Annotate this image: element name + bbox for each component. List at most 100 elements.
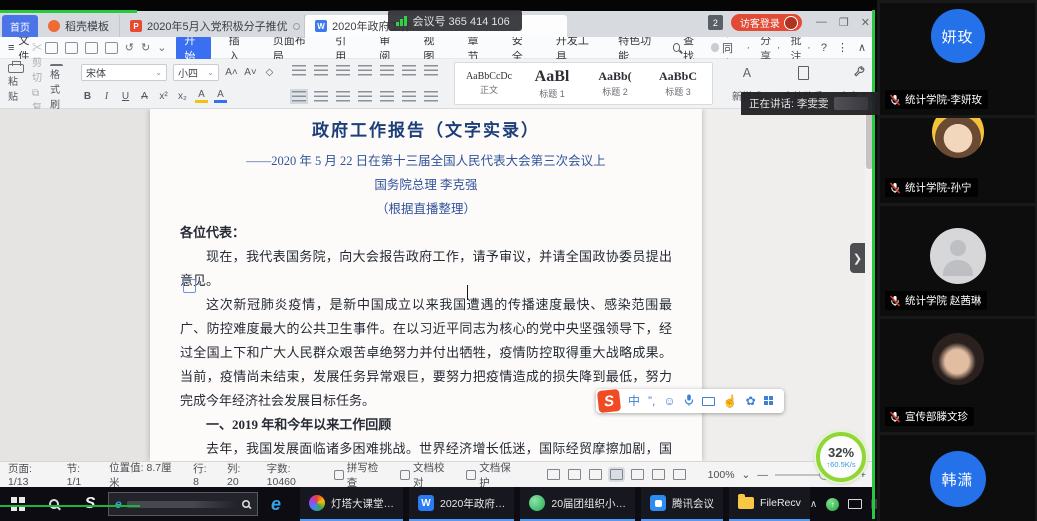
style-heading-1[interactable]: AaBl 标题 1 xyxy=(522,68,582,100)
help-icon[interactable]: ? xyxy=(821,42,827,54)
font-color-button[interactable]: A xyxy=(214,89,227,103)
participant-tile[interactable]: 妍玫 统计学院-李妍玫 xyxy=(880,3,1035,115)
speedup-ball-icon[interactable]: ↑ xyxy=(826,498,839,511)
keyboard-icon[interactable] xyxy=(702,397,715,406)
decrease-indent-icon[interactable] xyxy=(336,65,350,76)
ime-mode-button[interactable]: 中 xyxy=(628,395,640,407)
taskbar-app-tencent-meeting[interactable]: 腾讯会议 xyxy=(641,487,723,521)
sogou-logo-icon[interactable]: S xyxy=(597,389,621,413)
export-icon[interactable] xyxy=(65,42,78,54)
page-view-icon[interactable] xyxy=(610,469,623,480)
taskbar-app-league-doc[interactable]: 20届团组织小… xyxy=(520,487,635,521)
toolbox-grid-icon[interactable] xyxy=(764,396,775,407)
fullscreen-view-icon[interactable] xyxy=(547,469,560,480)
edit-mode-icon[interactable] xyxy=(589,469,602,480)
taskbar-ie-button[interactable]: e xyxy=(258,487,294,521)
mic-icon[interactable] xyxy=(684,394,694,408)
numbered-list-icon[interactable] xyxy=(314,65,328,76)
print-icon[interactable] xyxy=(85,42,98,54)
more-options-icon[interactable]: ⋮ xyxy=(837,41,848,54)
window-count-badge[interactable]: 2 xyxy=(708,15,723,30)
tab-docer-template[interactable]: 稻壳模板 xyxy=(38,15,120,37)
show-marks-icon[interactable] xyxy=(424,65,438,76)
font-name-combo[interactable]: 宋体⌄ xyxy=(81,64,167,81)
doc-protect-toggle[interactable]: 文档保护 xyxy=(466,460,520,490)
doc-proof-toggle[interactable]: 文档校对 xyxy=(400,460,454,490)
minimize-button[interactable]: — xyxy=(816,16,827,29)
guest-login-label: 访客登录 xyxy=(740,15,780,30)
align-justify-icon[interactable] xyxy=(358,91,372,102)
cut-button[interactable]: ✂ 剪切 xyxy=(32,39,42,84)
outline-view-icon[interactable] xyxy=(631,469,644,480)
participant-tile[interactable]: 宣传部滕文珍 xyxy=(880,319,1035,432)
zoom-caret[interactable]: ⌄ xyxy=(742,469,751,481)
taskbar-search-button[interactable] xyxy=(36,487,72,521)
participant-tile[interactable]: 统计学院 赵茜琳 xyxy=(880,206,1035,316)
taskbar-app-s[interactable]: S xyxy=(72,487,108,521)
shading-icon[interactable] xyxy=(402,91,416,102)
tab-ppt-document[interactable]: P 2020年5月入党积极分子推优 xyxy=(120,15,305,37)
tencent-meeting-icon xyxy=(650,495,666,511)
style-normal[interactable]: AaBbCcDc 正文 xyxy=(459,71,519,96)
borders-icon[interactable] xyxy=(424,91,438,102)
bullet-list-icon[interactable] xyxy=(292,65,306,76)
skin-icon[interactable]: ✿ xyxy=(746,395,756,407)
align-left-icon[interactable] xyxy=(292,91,306,102)
clear-format-button[interactable]: ◇ xyxy=(263,67,276,78)
strikethrough-button[interactable]: A xyxy=(138,91,151,102)
subscript-button[interactable]: x₂ xyxy=(176,91,189,102)
expand-panel-button[interactable]: ❯ xyxy=(850,243,865,273)
underline-button[interactable]: U xyxy=(119,91,132,102)
highlight-color-button[interactable]: A xyxy=(195,89,208,103)
zoom-out-button[interactable]: — xyxy=(757,469,768,481)
style-heading-2[interactable]: AaBb( 标题 2 xyxy=(585,69,645,98)
align-right-icon[interactable] xyxy=(336,91,350,102)
emoji-icon[interactable]: ☺ xyxy=(663,395,675,407)
grow-font-button[interactable]: A˄ xyxy=(225,67,238,78)
web-view-icon[interactable] xyxy=(652,469,665,480)
save-icon[interactable] xyxy=(45,42,58,54)
italic-button[interactable]: I xyxy=(100,91,113,102)
collapse-ribbon-icon[interactable]: ∧ xyxy=(858,41,866,54)
punctuation-icon[interactable]: ”, xyxy=(648,395,655,407)
superscript-button[interactable]: x² xyxy=(157,91,170,102)
participant-tile[interactable]: 统计学院-孙宁 xyxy=(880,118,1035,203)
monitor-icon[interactable] xyxy=(848,499,862,509)
redo-icon[interactable]: ↻ xyxy=(141,42,150,54)
start-button[interactable] xyxy=(0,487,36,521)
text-direction-icon[interactable] xyxy=(380,65,394,76)
font-size-combo[interactable]: 小四⌄ xyxy=(173,64,219,81)
memory-speed-float-ball[interactable]: 32% ↑60.5K/s xyxy=(816,432,866,482)
tab-home[interactable]: 首页 xyxy=(2,15,38,37)
column-view-icon[interactable] xyxy=(568,469,581,480)
participant-tile[interactable]: 韩潇 xyxy=(880,435,1035,521)
sort-icon[interactable] xyxy=(402,65,416,76)
meeting-id-bar[interactable]: 会议号 365 414 106 xyxy=(388,10,522,31)
preview-icon[interactable] xyxy=(105,42,118,54)
guest-login-button[interactable]: 访客登录 xyxy=(731,14,802,31)
eye-protect-icon[interactable] xyxy=(673,469,686,480)
align-center-icon[interactable] xyxy=(314,91,328,102)
increase-indent-icon[interactable] xyxy=(358,65,372,76)
revision-mark-icon[interactable] xyxy=(183,279,196,293)
handwriting-icon[interactable]: ☝ xyxy=(723,395,738,407)
cloud-sync-icon xyxy=(711,43,719,52)
taskbar-app-filerecv[interactable]: FileRecv xyxy=(729,487,810,521)
status-word-count[interactable]: 字数: 10460 xyxy=(267,461,322,488)
tray-expand-icon[interactable]: ∧ xyxy=(810,499,817,510)
address-search-box[interactable]: e xyxy=(108,492,258,516)
undo-icon[interactable]: ↺ xyxy=(125,42,134,54)
taskbar-app-wps-document[interactable]: W 2020年政府… xyxy=(409,487,514,521)
bold-button[interactable]: B xyxy=(81,91,94,102)
quick-access-caret[interactable]: ⌄ xyxy=(157,42,166,54)
paste-button[interactable]: 粘贴 xyxy=(6,62,26,105)
shrink-font-button[interactable]: A˅ xyxy=(244,67,257,78)
line-spacing-icon[interactable] xyxy=(380,91,394,102)
format-painter-button[interactable]: 格式刷 xyxy=(48,62,65,105)
restore-button[interactable]: ❐ xyxy=(839,16,849,29)
spell-check-toggle[interactable]: 拼写检查 xyxy=(334,460,388,490)
taskbar-app-beacon-class[interactable]: 灯塔大课堂… xyxy=(300,487,403,521)
close-button[interactable]: ✕ xyxy=(861,16,870,29)
style-heading-3[interactable]: AaBbC 标题 3 xyxy=(648,69,708,98)
zoom-level[interactable]: 100% xyxy=(708,469,735,481)
